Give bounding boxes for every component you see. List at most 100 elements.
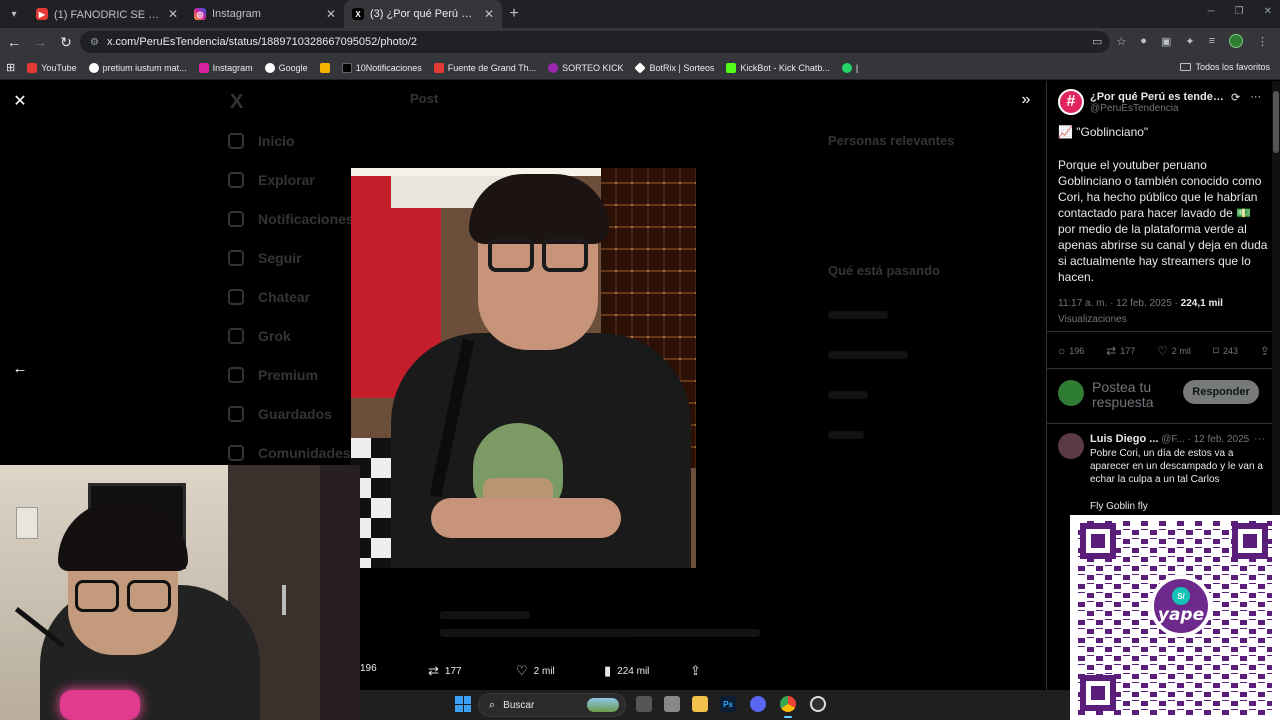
- commenter-name[interactable]: Luis Diego ...: [1090, 433, 1158, 445]
- bookmark-fuente-gta[interactable]: Fuente de Grand Th...: [433, 62, 536, 73]
- text-placeholder: [828, 351, 908, 359]
- apps-icon[interactable]: ⊞: [6, 61, 15, 74]
- modal-like-button[interactable]: ♡ 2 mil: [516, 663, 555, 679]
- bookmark-button[interactable]: ⌑ 243: [1213, 344, 1238, 358]
- tweet-author[interactable]: # ¿Por qué Perú es tendencia? @PeruEsTen…: [1058, 89, 1224, 115]
- follow-icon: [228, 249, 244, 266]
- back-button[interactable]: ←: [2, 30, 26, 54]
- minimize-icon[interactable]: ─: [1208, 6, 1215, 17]
- bookmark-10notificaciones[interactable]: 10Notificaciones: [341, 62, 422, 73]
- close-window-icon[interactable]: ✕: [1264, 6, 1272, 17]
- extension-icon[interactable]: ▣: [1161, 35, 1171, 48]
- tab-youtube[interactable]: ▶ (1) FANODRIC SE VA A KICK 😭 ✕: [28, 0, 186, 28]
- photos-icon[interactable]: [664, 696, 680, 712]
- reply-submit-button[interactable]: Responder: [1183, 380, 1259, 404]
- more-options-icon[interactable]: ···: [1250, 91, 1261, 104]
- tab-instagram[interactable]: ◎ Instagram ✕: [186, 0, 344, 28]
- bookmark-icon: ⌑: [1212, 344, 1219, 358]
- scrollbar-thumb[interactable]: [1273, 91, 1279, 153]
- retweet-icon: ⇄: [428, 663, 439, 678]
- bookmark-whatsapp[interactable]: |: [841, 62, 859, 73]
- star-icon[interactable]: ☆: [1116, 35, 1126, 48]
- webcam-region: [75, 580, 171, 612]
- share-button[interactable]: ⇪: [1260, 344, 1270, 358]
- tweet-time[interactable]: 11:17 a. m. · 12 feb. 2025 ·: [1058, 298, 1181, 309]
- reply-input[interactable]: Postea tu respuesta: [1092, 380, 1180, 412]
- explorer-icon[interactable]: [692, 696, 708, 712]
- bookmark-label: SORTEO KICK: [562, 62, 624, 73]
- url-bar[interactable]: ⚙ x.com/PeruEsTendencia/status/188971032…: [80, 31, 1110, 53]
- x-logo: X: [230, 91, 244, 113]
- bookmark-label: |: [855, 62, 859, 73]
- author-name[interactable]: ¿Por qué Perú es tendencia?: [1090, 91, 1224, 103]
- tweet-tag: 📈 "Goblinciano": [1058, 125, 1149, 139]
- nav-item: Notificaciones: [228, 199, 354, 238]
- bookmark-instagram[interactable]: Instagram: [198, 62, 253, 73]
- reply-button[interactable]: ○ 196: [1058, 344, 1084, 358]
- reading-list-icon[interactable]: ≡: [1209, 35, 1215, 47]
- retweet-button[interactable]: ⇄ 177: [1106, 344, 1135, 358]
- obs-icon[interactable]: [810, 696, 826, 712]
- retweets-count: 177: [1120, 346, 1136, 356]
- nav-item: Grok: [228, 316, 354, 355]
- tab-search-menu[interactable]: ▾: [0, 0, 28, 28]
- all-bookmarks[interactable]: Todos los favoritos: [1180, 62, 1270, 72]
- grok-icon[interactable]: ⟳: [1231, 91, 1240, 104]
- bookmark-icon: [228, 405, 244, 422]
- author-avatar[interactable]: #: [1058, 89, 1084, 115]
- modal-replies[interactable]: 196: [360, 663, 377, 674]
- bookmark-icon: [634, 61, 647, 74]
- webcam-overlay: [0, 465, 360, 720]
- expand-panel-button[interactable]: »: [1016, 90, 1036, 110]
- close-tab-icon[interactable]: ✕: [484, 7, 494, 21]
- bookmark-pinwheel[interactable]: [319, 62, 330, 73]
- url-text: x.com/PeruEsTendencia/status/18897103286…: [106, 36, 418, 48]
- bookmark-pretium[interactable]: pretium iustum mat...: [88, 62, 187, 73]
- search-label: Buscar: [503, 699, 535, 711]
- bell-icon: [228, 210, 244, 227]
- more-options-icon[interactable]: ···: [1254, 433, 1265, 445]
- divider: [1047, 368, 1280, 369]
- likes-count: 2 mil: [533, 665, 555, 677]
- chrome-icon[interactable]: [780, 696, 796, 712]
- text-placeholder: [828, 391, 868, 399]
- commenter-handle: @F...: [1161, 434, 1185, 445]
- extension-icon[interactable]: ●: [1140, 35, 1147, 47]
- modal-views[interactable]: ▮ 224 mil: [604, 663, 649, 679]
- tab-x-post[interactable]: X (3) ¿Por qué Perú es tendencia? ✕: [344, 0, 502, 28]
- heart-icon: ♡: [1157, 344, 1168, 358]
- author-handle[interactable]: @PeruEsTendencia: [1090, 103, 1224, 114]
- previous-photo-button[interactable]: ←: [10, 358, 30, 378]
- bookmark-kickbot[interactable]: KickBot - Kick Chatb...: [726, 62, 830, 73]
- profile-avatar[interactable]: [1229, 34, 1243, 48]
- kebab-menu-icon[interactable]: ⋮: [1257, 35, 1268, 48]
- bookmark-botrix[interactable]: BotRix | Sorteos: [634, 61, 714, 74]
- site-info-icon[interactable]: ⚙: [90, 37, 99, 48]
- commenter-avatar[interactable]: [1058, 433, 1084, 459]
- bookmark-label: Google: [278, 62, 308, 73]
- modal-share-button[interactable]: ⇪: [690, 663, 701, 679]
- like-button[interactable]: ♡ 2 mil: [1157, 344, 1191, 358]
- start-button[interactable]: [455, 696, 471, 712]
- close-tab-icon[interactable]: ✕: [326, 7, 336, 21]
- bookmark-google[interactable]: Google: [264, 62, 308, 73]
- close-tab-icon[interactable]: ✕: [168, 7, 178, 21]
- taskbar-search[interactable]: ⌕ Buscar: [478, 693, 626, 717]
- modal-retweet-button[interactable]: ⇄ 177: [428, 663, 462, 679]
- discord-icon[interactable]: [750, 696, 766, 712]
- close-modal-button[interactable]: ✕: [10, 91, 30, 111]
- bookmark-icon: [726, 62, 737, 73]
- photoshop-icon[interactable]: Ps: [720, 696, 736, 712]
- restore-icon[interactable]: ❐: [1235, 6, 1244, 17]
- search-highlight-icon: [587, 698, 619, 712]
- bookmark-sorteo-kick[interactable]: SORTEO KICK: [548, 62, 624, 73]
- bookmark-youtube[interactable]: YouTube: [27, 62, 77, 73]
- x-icon: [341, 62, 352, 73]
- task-view-icon[interactable]: [636, 696, 652, 712]
- reload-button[interactable]: ↻: [54, 30, 78, 54]
- new-tab-button[interactable]: +: [502, 5, 526, 23]
- share-icon: ⇪: [690, 663, 701, 678]
- forward-button[interactable]: →: [28, 30, 52, 54]
- puzzle-icon[interactable]: ✦: [1185, 35, 1194, 48]
- cast-icon[interactable]: ▭: [1092, 35, 1102, 48]
